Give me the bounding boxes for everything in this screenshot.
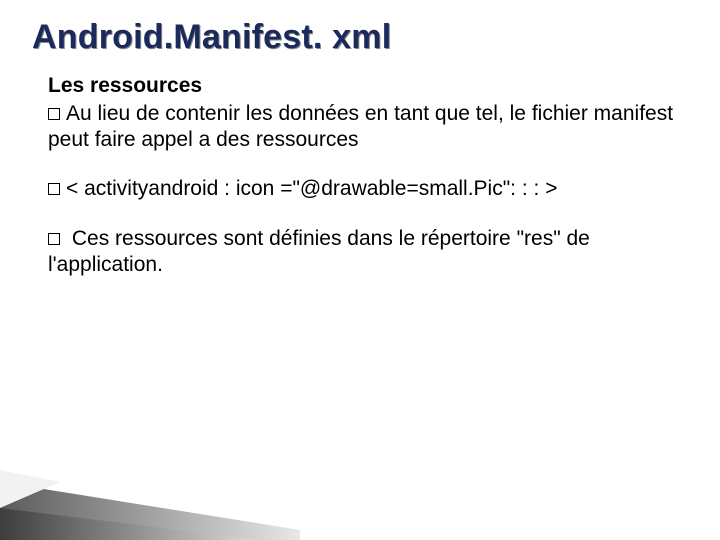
slide-title: Android.Manifest. xml <box>32 18 692 57</box>
slide-body: Les ressources Au lieu de contenir les d… <box>38 73 692 278</box>
checkbox-icon <box>48 183 60 195</box>
resources-heading: Les ressources <box>48 73 692 99</box>
slide: Android.Manifest. xml Les ressources Au … <box>0 0 720 540</box>
paragraph-2: < activityandroid : icon ="@drawable=sma… <box>48 176 692 202</box>
checkbox-icon <box>48 233 60 245</box>
decorative-wedge-icon <box>0 430 300 540</box>
code-text: activityandroid : icon ="@drawable=small… <box>78 177 557 200</box>
paragraph-3: Ces ressources sont définies dans le rép… <box>48 226 692 278</box>
paragraph-1: Au lieu de contenir les données en tant … <box>48 101 692 153</box>
paragraph-3-text: Ces ressources sont définies dans le rép… <box>48 227 590 276</box>
checkbox-icon <box>48 108 60 120</box>
paragraph-1-text: Au lieu de contenir les données en tant … <box>48 102 673 151</box>
code-lt: < <box>66 177 78 200</box>
